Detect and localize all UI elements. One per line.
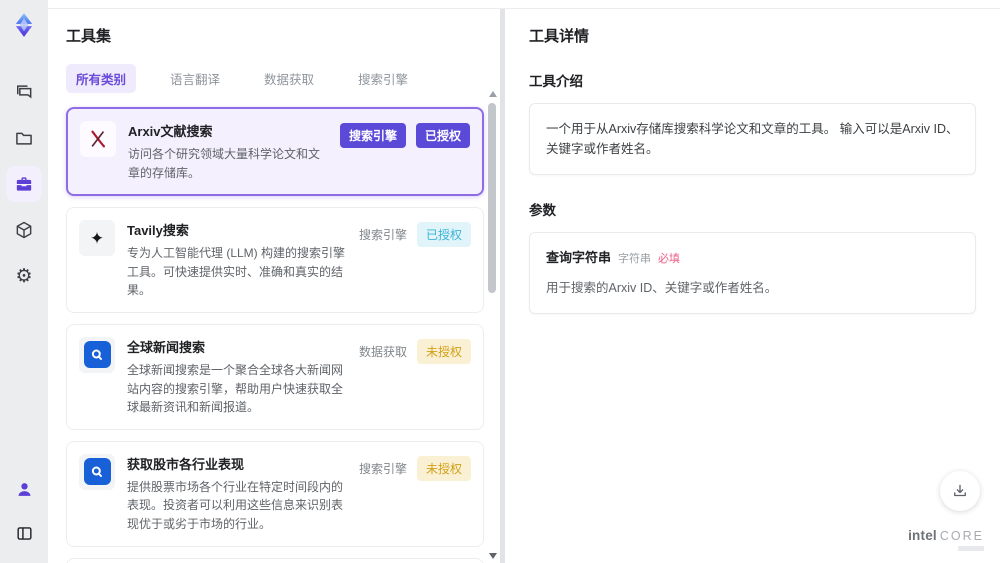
sidebar-toggle-icon: [15, 524, 34, 543]
tool-card-list: Arxiv文献搜索 访问各个研究领域大量科学论文和文章的存储库。 搜索引擎 已授…: [48, 105, 500, 563]
sidebar-item-files[interactable]: [6, 120, 42, 156]
auth-status-badge: 已授权: [416, 222, 471, 248]
required-flag: 必填: [658, 253, 681, 265]
tools-list-panel: 工具集 所有类别 语言翻译 数据获取 搜索引擎 Arxiv文献搜索 访问各个研究…: [48, 9, 500, 563]
parameter-description: 用于搜索的Arxiv ID、关键字或作者姓名。: [546, 280, 778, 295]
tool-description: 提供股票市场各个行业在特定时间段内的表现。投资者可以利用这些信息来识别表现优于或…: [127, 479, 344, 531]
category-badge: 搜索引擎: [339, 123, 406, 148]
top-strip: [48, 0, 1000, 8]
auth-status-badge: 未授权: [416, 455, 471, 481]
tool-card-arxiv[interactable]: Arxiv文献搜索 访问各个研究领域大量科学论文和文章的存储库。 搜索引擎 已授…: [66, 107, 484, 197]
sidebar-item-panel-toggle[interactable]: [6, 515, 42, 551]
brand-intel-text: intel: [908, 528, 937, 543]
category-label: 搜索引擎: [358, 228, 407, 243]
scroll-up-arrow-icon[interactable]: [489, 91, 497, 97]
category-label: 数据获取: [358, 344, 407, 359]
tool-name: 全球新闻搜索: [127, 339, 206, 355]
parameter-type: 字符串: [618, 253, 652, 265]
scroll-down-arrow-icon[interactable]: [489, 553, 497, 559]
intro-section-title: 工具介绍: [529, 74, 583, 89]
parameter-name: 查询字符串: [546, 250, 612, 265]
tool-intro-box: 一个用于从Arxiv存储库搜索科学论文和文章的工具。 输入可以是Arxiv ID…: [529, 103, 976, 175]
tool-description: 专为人工智能代理 (LLM) 构建的搜索引擎工具。可快速提供实时、准确和真实的结…: [127, 246, 346, 298]
download-button[interactable]: [940, 471, 980, 511]
tool-details-panel: 工具详情 工具介绍 一个用于从Arxiv存储库搜索科学论文和文章的工具。 输入可…: [505, 9, 1000, 563]
details-title: 工具详情: [529, 28, 590, 45]
tool-description: 访问各个研究领域大量科学论文和文章的存储库。: [128, 147, 321, 180]
params-section-title: 参数: [529, 203, 556, 218]
tool-card-global-news[interactable]: 全球新闻搜索 全球新闻搜索是一个聚合全球各大新闻网站内容的搜索引擎，帮助用户快速…: [66, 323, 484, 430]
category-tabs: 所有类别 语言翻译 数据获取 搜索引擎: [48, 64, 500, 93]
parameter-box: 查询字符串 字符串 必填 用于搜索的Arxiv ID、关键字或作者姓名。: [529, 232, 976, 314]
auth-status-badge: 已授权: [415, 123, 470, 148]
news-search-app-icon: [79, 336, 115, 373]
sidebar-item-chat[interactable]: [6, 74, 42, 110]
sidebar-item-toolbox[interactable]: [6, 166, 42, 202]
tool-name: Arxiv文献搜索: [128, 124, 213, 139]
tool-card-sector-performance[interactable]: 获取股市各行业表现 提供股票市场各个行业在特定时间段内的表现。投资者可以利用这些…: [66, 440, 484, 547]
gear-icon: ⚙: [15, 265, 33, 287]
list-scrollbar[interactable]: [487, 87, 497, 563]
panels: 工具集 所有类别 语言翻译 数据获取 搜索引擎 Arxiv文献搜索 访问各个研究…: [48, 8, 1000, 563]
app-window: ⚙ 工具集 所有类别 语言翻译 数据获取 搜索引擎 Arxiv文献搜索 访问各个…: [0, 0, 1000, 563]
category-label: 搜索引擎: [358, 461, 407, 476]
user-icon: [15, 480, 34, 499]
tool-card-most-active-stocks[interactable]: 获取市场最活跃股票信息 提供当天交易量最高的股票列表，投资者可以利用这些信息来识…: [66, 557, 484, 563]
brand-subline: [958, 546, 984, 551]
scrollbar-thumb[interactable]: [488, 103, 496, 293]
tab-data-fetching[interactable]: 数据获取: [254, 64, 324, 93]
folder-icon: [14, 128, 34, 148]
intel-core-logo: intel core: [908, 528, 984, 551]
toolbox-icon: [14, 174, 34, 194]
tool-name: Tavily搜索: [127, 223, 189, 239]
tool-intro-text: 一个用于从Arxiv存储库搜索科学论文和文章的工具。 输入可以是Arxiv ID…: [546, 122, 959, 156]
tool-card-tavily[interactable]: ✦ Tavily搜索 专为人工智能代理 (LLM) 构建的搜索引擎工具。可快速提…: [66, 207, 484, 313]
tab-all-categories[interactable]: 所有类别: [66, 64, 137, 93]
sparkle-icon: ✦: [79, 220, 115, 257]
left-rail: ⚙: [0, 0, 48, 563]
auth-status-badge: 未授权: [416, 338, 471, 364]
tool-description: 全球新闻搜索是一个聚合全球各大新闻网站内容的搜索引擎，帮助用户快速获取全球最新资…: [127, 362, 344, 415]
page-title: 工具集: [66, 28, 112, 45]
tab-language-translation[interactable]: 语言翻译: [160, 64, 230, 93]
sidebar-item-account[interactable]: [6, 471, 42, 507]
chat-icon: [14, 82, 34, 102]
rail-bottom: [6, 471, 42, 551]
sidebar-item-settings[interactable]: ⚙: [6, 258, 42, 294]
rail-nav: ⚙: [6, 74, 42, 294]
tab-search-engine[interactable]: 搜索引擎: [348, 64, 418, 93]
app-logo-icon: [9, 10, 39, 40]
tool-name: 获取股市各行业表现: [127, 456, 245, 472]
main-area: 工具集 所有类别 语言翻译 数据获取 搜索引擎 Arxiv文献搜索 访问各个研究…: [48, 0, 1000, 563]
arxiv-logo-icon: [80, 121, 116, 157]
brand-core-text: core: [939, 529, 984, 543]
sidebar-item-packages[interactable]: [6, 212, 42, 248]
download-icon: [951, 482, 969, 500]
news-search-app-icon: [79, 453, 115, 490]
cube-icon: [14, 220, 34, 240]
